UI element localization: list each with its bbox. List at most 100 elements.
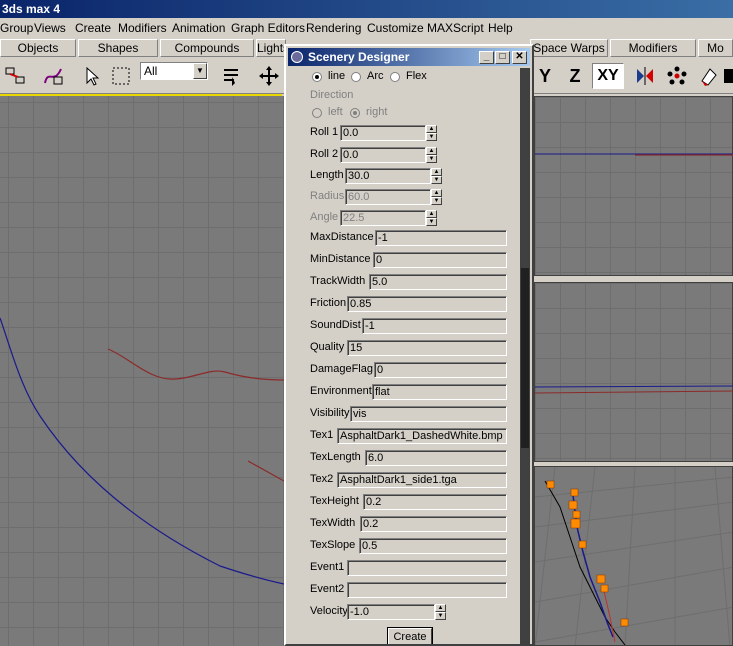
sounddist-field[interactable]: -1 — [362, 318, 507, 334]
radio-flex-label: Flex — [406, 70, 427, 82]
viewport-top-scene — [0, 317, 284, 585]
environment-field[interactable]: flat — [372, 384, 507, 400]
texslope-label: TexSlope — [310, 539, 356, 551]
radio-left-label: left — [328, 106, 343, 118]
select-by-name-icon[interactable] — [218, 63, 244, 89]
menu-views[interactable]: Views — [34, 21, 66, 35]
tex1-field[interactable]: AsphaltDark1_DashedWhite.bmp — [337, 428, 507, 444]
align-icon[interactable] — [696, 63, 722, 89]
tab-shapes[interactable]: Shapes — [78, 39, 158, 57]
radio-line[interactable] — [312, 72, 322, 82]
tab-lights[interactable]: Lights — [256, 39, 286, 57]
scrollbar-thumb[interactable] — [521, 268, 529, 448]
texwidth-field[interactable]: 0.2 — [360, 516, 507, 532]
damageflag-field[interactable]: 0 — [374, 362, 507, 378]
selection-filter-dropdown[interactable]: All ▼ — [140, 62, 208, 80]
tex2-field[interactable]: AsphaltDark1_side1.tga — [337, 472, 507, 488]
roll2-label: Roll 2 — [310, 148, 339, 160]
roll2-spinner[interactable]: ▲ ▼ — [426, 147, 437, 163]
app-icon — [291, 51, 303, 63]
radio-flex[interactable] — [390, 72, 400, 82]
visibility-label: Visibility — [310, 407, 350, 419]
texlength-label: TexLength — [310, 451, 361, 463]
move-icon[interactable] — [256, 63, 282, 89]
menu-maxscript[interactable]: MAXScript — [427, 21, 484, 35]
tab-more[interactable]: Mo — [698, 39, 733, 57]
bind-space-warp-icon[interactable] — [40, 63, 66, 89]
tab-objects[interactable]: Objects — [0, 39, 76, 57]
angle-spinner[interactable]: ▲ ▼ — [426, 210, 437, 226]
trackwidth-label: TrackWidth — [310, 275, 366, 287]
menu-group[interactable]: Group — [0, 21, 33, 35]
friction-field[interactable]: 0.85 — [347, 296, 507, 312]
radio-right — [350, 108, 360, 118]
restrict-xy-button[interactable]: XY — [592, 63, 624, 89]
maximize-icon[interactable]: □ — [495, 51, 510, 64]
texslope-field[interactable]: 0.5 — [359, 538, 507, 554]
viewport-front[interactable] — [534, 96, 733, 276]
viewport-top[interactable] — [0, 96, 284, 646]
radius-label: Radius — [310, 190, 345, 202]
app-title-bar: 3ds max 4 — [0, 0, 733, 18]
roll1-label: Roll 1 — [310, 126, 339, 138]
toolbar-overflow-icon[interactable] — [724, 63, 733, 89]
roll1-field[interactable]: 0.0 — [340, 125, 426, 141]
tab-space-warps[interactable]: Space Warps — [530, 39, 608, 57]
roll2-field[interactable]: 0.0 — [340, 147, 426, 163]
texheight-field[interactable]: 0.2 — [363, 494, 507, 510]
texheight-label: TexHeight — [310, 495, 359, 507]
event2-field[interactable] — [347, 582, 507, 598]
array-icon[interactable] — [664, 63, 690, 89]
restrict-y-button[interactable]: Y — [532, 63, 558, 89]
menu-graph-editors[interactable]: Graph Editors — [231, 21, 305, 35]
texlength-field[interactable]: 6.0 — [365, 450, 507, 466]
menu-modifiers[interactable]: Modifiers — [118, 21, 167, 35]
dialog-scrollbar[interactable] — [520, 68, 530, 644]
select-link-icon[interactable] — [2, 63, 28, 89]
mindistance-field[interactable]: 0 — [373, 252, 507, 268]
quality-label: Quality — [310, 341, 345, 353]
create-button[interactable]: Create — [388, 628, 432, 644]
restrict-z-button[interactable]: Z — [562, 63, 588, 89]
velocity-spinner[interactable]: ▲ ▼ — [435, 604, 446, 620]
radio-arc[interactable] — [351, 72, 361, 82]
trackwidth-field[interactable]: 5.0 — [369, 274, 507, 290]
select-arrow-icon[interactable] — [78, 63, 104, 89]
event1-field[interactable] — [347, 560, 507, 576]
minimize-icon[interactable]: _ — [479, 51, 494, 64]
velocity-field[interactable]: -1.0 — [347, 604, 435, 620]
mindistance-label: MinDistance — [310, 253, 371, 265]
menu-customize[interactable]: Customize — [367, 21, 424, 35]
roll1-spinner[interactable]: ▲ ▼ — [426, 125, 437, 141]
quality-field[interactable]: 15 — [347, 340, 507, 356]
visibility-field[interactable]: vis — [350, 406, 507, 422]
event2-label: Event2 — [310, 583, 345, 595]
axis-y-label: Y — [538, 65, 551, 86]
app-title: 3ds max 4 — [2, 2, 61, 16]
scenery-designer-dialog: Scenery Designer _ □ ✕ line Arc Flex Dir… — [284, 44, 534, 646]
viewport-perspective-scene — [535, 467, 732, 645]
texwidth-label: TexWidth — [310, 517, 356, 529]
length-spinner[interactable]: ▲ ▼ — [431, 168, 442, 184]
mirror-icon[interactable] — [632, 63, 658, 89]
axis-z-label: Z — [569, 65, 581, 86]
menu-create[interactable]: Create — [75, 21, 111, 35]
tab-compounds[interactable]: Compounds — [160, 39, 254, 57]
viewport-perspective[interactable] — [534, 466, 733, 646]
damageflag-label: DamageFlag — [310, 363, 373, 375]
maxdistance-label: MaxDistance — [310, 231, 374, 243]
angle-field: 22.5 — [340, 210, 426, 226]
event1-label: Event1 — [310, 561, 345, 573]
radio-line-label: line — [328, 70, 346, 82]
close-icon[interactable]: ✕ — [512, 51, 527, 64]
maxdistance-field[interactable]: -1 — [375, 230, 507, 246]
menu-animation[interactable]: Animation — [172, 21, 225, 35]
length-field[interactable]: 30.0 — [345, 168, 431, 184]
viewport-left[interactable] — [534, 282, 733, 462]
menu-rendering[interactable]: Rendering — [306, 21, 361, 35]
menu-help[interactable]: Help — [488, 21, 513, 35]
radio-left — [312, 108, 322, 118]
tab-modifiers[interactable]: Modifiers — [610, 39, 696, 57]
region-select-icon[interactable] — [108, 63, 134, 89]
dialog-title-bar[interactable]: Scenery Designer _ □ ✕ — [288, 48, 530, 66]
